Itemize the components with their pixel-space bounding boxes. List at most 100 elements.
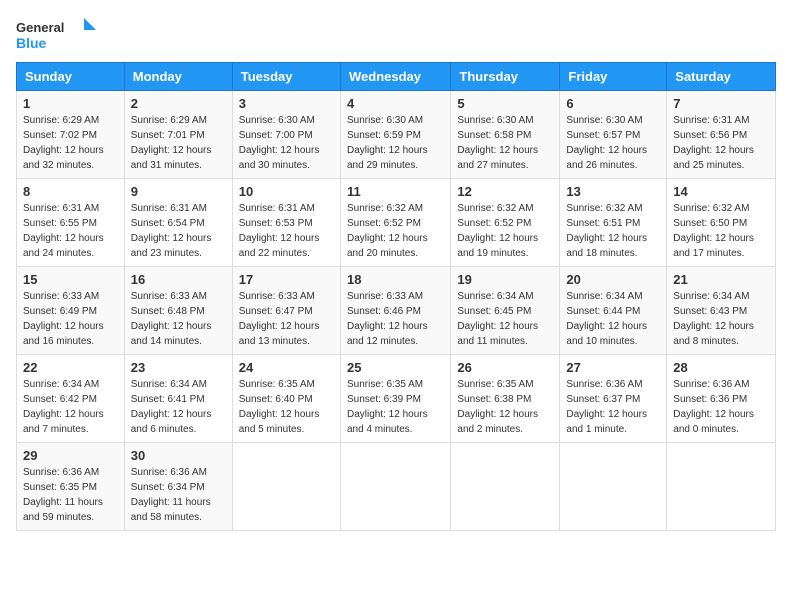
calendar-cell: 22 Sunrise: 6:34 AMSunset: 6:42 PMDayligh… xyxy=(17,355,125,443)
calendar-week-row: 22 Sunrise: 6:34 AMSunset: 6:42 PMDayligh… xyxy=(17,355,776,443)
calendar-cell: 10 Sunrise: 6:31 AMSunset: 6:53 PMDayligh… xyxy=(232,179,340,267)
day-number: 22 xyxy=(23,360,118,375)
day-info: Sunrise: 6:34 AMSunset: 6:41 PMDaylight:… xyxy=(131,377,226,437)
day-info: Sunrise: 6:36 AMSunset: 6:37 PMDaylight:… xyxy=(566,377,660,437)
day-number: 25 xyxy=(347,360,444,375)
day-number: 1 xyxy=(23,96,118,111)
calendar-week-row: 29 Sunrise: 6:36 AMSunset: 6:35 PMDayligh… xyxy=(17,443,776,531)
day-number: 3 xyxy=(239,96,334,111)
day-info: Sunrise: 6:33 AMSunset: 6:46 PMDaylight:… xyxy=(347,289,444,349)
calendar-cell xyxy=(232,443,340,531)
calendar-cell: 16 Sunrise: 6:33 AMSunset: 6:48 PMDayligh… xyxy=(124,267,232,355)
calendar-cell: 6 Sunrise: 6:30 AMSunset: 6:57 PMDaylight… xyxy=(560,91,667,179)
calendar-cell: 17 Sunrise: 6:33 AMSunset: 6:47 PMDayligh… xyxy=(232,267,340,355)
calendar-cell: 18Sunrise: 6:33 AMSunset: 6:46 PMDayligh… xyxy=(340,267,450,355)
day-number: 5 xyxy=(457,96,553,111)
calendar-cell: 11 Sunrise: 6:32 AMSunset: 6:52 PMDayligh… xyxy=(340,179,450,267)
day-info: Sunrise: 6:32 AMSunset: 6:51 PMDaylight:… xyxy=(566,201,660,261)
svg-text:Blue: Blue xyxy=(16,35,47,51)
weekday-header: Sunday xyxy=(17,63,125,91)
day-number: 16 xyxy=(131,272,226,287)
day-info: Sunrise: 6:33 AMSunset: 6:49 PMDaylight:… xyxy=(23,289,118,349)
calendar-cell: 29 Sunrise: 6:36 AMSunset: 6:35 PMDayligh… xyxy=(17,443,125,531)
day-number: 8 xyxy=(23,184,118,199)
calendar-week-row: 8 Sunrise: 6:31 AMSunset: 6:55 PMDaylight… xyxy=(17,179,776,267)
calendar-cell: 5 Sunrise: 6:30 AMSunset: 6:58 PMDaylight… xyxy=(451,91,560,179)
weekday-header: Tuesday xyxy=(232,63,340,91)
day-info: Sunrise: 6:36 AMSunset: 6:36 PMDaylight:… xyxy=(673,377,769,437)
day-info: Sunrise: 6:29 AMSunset: 7:02 PMDaylight:… xyxy=(23,113,118,173)
calendar-cell: 2 Sunrise: 6:29 AMSunset: 7:01 PMDaylight… xyxy=(124,91,232,179)
calendar-cell: 25 Sunrise: 6:35 AMSunset: 6:39 PMDayligh… xyxy=(340,355,450,443)
day-info: Sunrise: 6:35 AMSunset: 6:40 PMDaylight:… xyxy=(239,377,334,437)
day-number: 20 xyxy=(566,272,660,287)
calendar-cell: 20Sunrise: 6:34 AMSunset: 6:44 PMDayligh… xyxy=(560,267,667,355)
day-info: Sunrise: 6:34 AMSunset: 6:42 PMDaylight:… xyxy=(23,377,118,437)
page-header: General Blue xyxy=(16,16,776,54)
day-number: 15 xyxy=(23,272,118,287)
weekday-header: Monday xyxy=(124,63,232,91)
day-number: 6 xyxy=(566,96,660,111)
calendar-cell xyxy=(451,443,560,531)
day-info: Sunrise: 6:29 AMSunset: 7:01 PMDaylight:… xyxy=(131,113,226,173)
day-number: 29 xyxy=(23,448,118,463)
day-info: Sunrise: 6:32 AMSunset: 6:50 PMDaylight:… xyxy=(673,201,769,261)
day-number: 24 xyxy=(239,360,334,375)
day-info: Sunrise: 6:34 AMSunset: 6:43 PMDaylight:… xyxy=(673,289,769,349)
calendar-cell: 12 Sunrise: 6:32 AMSunset: 6:52 PMDayligh… xyxy=(451,179,560,267)
day-number: 2 xyxy=(131,96,226,111)
weekday-header: Thursday xyxy=(451,63,560,91)
calendar-cell: 28 Sunrise: 6:36 AMSunset: 6:36 PMDayligh… xyxy=(667,355,776,443)
logo: General Blue xyxy=(16,16,96,54)
calendar-cell: 24 Sunrise: 6:35 AMSunset: 6:40 PMDayligh… xyxy=(232,355,340,443)
calendar-cell xyxy=(560,443,667,531)
calendar-cell: 7Sunrise: 6:31 AMSunset: 6:56 PMDaylight… xyxy=(667,91,776,179)
day-info: Sunrise: 6:32 AMSunset: 6:52 PMDaylight:… xyxy=(457,201,553,261)
day-number: 12 xyxy=(457,184,553,199)
day-number: 26 xyxy=(457,360,553,375)
weekday-header-row: SundayMondayTuesdayWednesdayThursdayFrid… xyxy=(17,63,776,91)
day-info: Sunrise: 6:33 AMSunset: 6:47 PMDaylight:… xyxy=(239,289,334,349)
day-info: Sunrise: 6:35 AMSunset: 6:39 PMDaylight:… xyxy=(347,377,444,437)
calendar-cell: 3 Sunrise: 6:30 AMSunset: 7:00 PMDaylight… xyxy=(232,91,340,179)
day-info: Sunrise: 6:31 AMSunset: 6:55 PMDaylight:… xyxy=(23,201,118,261)
calendar-cell: 13 Sunrise: 6:32 AMSunset: 6:51 PMDayligh… xyxy=(560,179,667,267)
day-number: 28 xyxy=(673,360,769,375)
calendar-cell: 4Sunrise: 6:30 AMSunset: 6:59 PMDaylight… xyxy=(340,91,450,179)
day-number: 19 xyxy=(457,272,553,287)
calendar-cell: 1 Sunrise: 6:29 AMSunset: 7:02 PMDaylight… xyxy=(17,91,125,179)
day-info: Sunrise: 6:30 AMSunset: 7:00 PMDaylight:… xyxy=(239,113,334,173)
calendar-cell: 23Sunrise: 6:34 AMSunset: 6:41 PMDayligh… xyxy=(124,355,232,443)
day-info: Sunrise: 6:33 AMSunset: 6:48 PMDaylight:… xyxy=(131,289,226,349)
day-number: 14 xyxy=(673,184,769,199)
day-number: 7 xyxy=(673,96,769,111)
day-info: Sunrise: 6:35 AMSunset: 6:38 PMDaylight:… xyxy=(457,377,553,437)
calendar-cell: 21 Sunrise: 6:34 AMSunset: 6:43 PMDayligh… xyxy=(667,267,776,355)
logo-svg: General Blue xyxy=(16,16,96,54)
calendar-cell: 14 Sunrise: 6:32 AMSunset: 6:50 PMDayligh… xyxy=(667,179,776,267)
day-info: Sunrise: 6:36 AMSunset: 6:35 PMDaylight:… xyxy=(23,465,118,525)
day-info: Sunrise: 6:36 AMSunset: 6:34 PMDaylight:… xyxy=(131,465,226,525)
day-number: 30 xyxy=(131,448,226,463)
calendar-cell: 8 Sunrise: 6:31 AMSunset: 6:55 PMDaylight… xyxy=(17,179,125,267)
day-number: 10 xyxy=(239,184,334,199)
day-info: Sunrise: 6:31 AMSunset: 6:54 PMDaylight:… xyxy=(131,201,226,261)
day-number: 11 xyxy=(347,184,444,199)
calendar-cell xyxy=(340,443,450,531)
day-info: Sunrise: 6:30 AMSunset: 6:57 PMDaylight:… xyxy=(566,113,660,173)
day-info: Sunrise: 6:34 AMSunset: 6:45 PMDaylight:… xyxy=(457,289,553,349)
calendar-cell: 19 Sunrise: 6:34 AMSunset: 6:45 PMDayligh… xyxy=(451,267,560,355)
day-number: 21 xyxy=(673,272,769,287)
day-info: Sunrise: 6:30 AMSunset: 6:59 PMDaylight:… xyxy=(347,113,444,173)
day-info: Sunrise: 6:30 AMSunset: 6:58 PMDaylight:… xyxy=(457,113,553,173)
calendar-week-row: 1 Sunrise: 6:29 AMSunset: 7:02 PMDaylight… xyxy=(17,91,776,179)
calendar-week-row: 15 Sunrise: 6:33 AMSunset: 6:49 PMDayligh… xyxy=(17,267,776,355)
day-number: 13 xyxy=(566,184,660,199)
day-number: 17 xyxy=(239,272,334,287)
weekday-header: Saturday xyxy=(667,63,776,91)
day-number: 9 xyxy=(131,184,226,199)
weekday-header: Wednesday xyxy=(340,63,450,91)
day-info: Sunrise: 6:31 AMSunset: 6:53 PMDaylight:… xyxy=(239,201,334,261)
day-info: Sunrise: 6:32 AMSunset: 6:52 PMDaylight:… xyxy=(347,201,444,261)
calendar-cell: 30 Sunrise: 6:36 AMSunset: 6:34 PMDayligh… xyxy=(124,443,232,531)
